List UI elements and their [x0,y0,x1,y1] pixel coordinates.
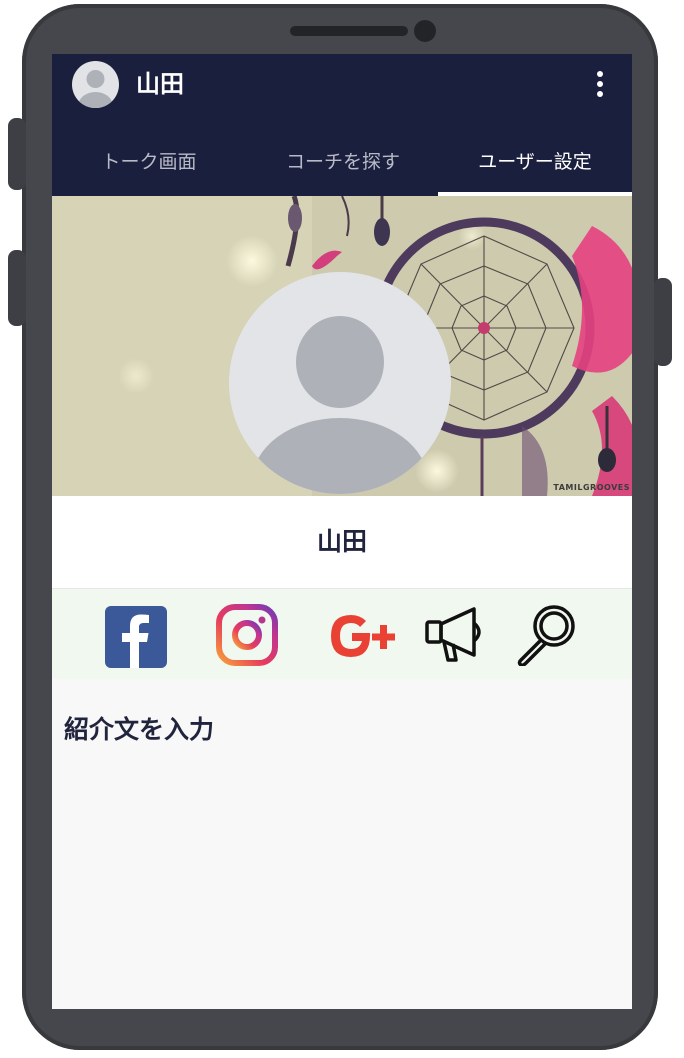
default-avatar-icon[interactable] [72,61,119,108]
facebook-icon[interactable] [105,606,167,668]
more-vertical-icon[interactable] [590,68,610,100]
phone-side-button-top [8,118,26,190]
instagram-icon[interactable] [216,604,278,666]
megaphone-icon[interactable] [424,605,490,663]
tab-talk[interactable]: トーク画面 [52,134,246,194]
profile-name: 山田 [316,527,367,556]
google-plus-icon[interactable] [328,611,400,661]
phone-camera [414,20,436,42]
magnifier-icon[interactable] [514,602,578,667]
profile-avatar-icon[interactable] [229,272,451,494]
app-header: 山田 トーク画面 コーチを探す ユーザー設定 [52,54,632,196]
profile-name-section: 山田 [52,496,632,589]
social-links-bar [52,589,632,679]
phone-side-button-middle [8,250,26,326]
app-screen: 山田 トーク画面 コーチを探す ユーザー設定 TAMILGROOVES 山田 紹… [52,54,632,1009]
tab-find-coach[interactable]: コーチを探す [246,134,440,194]
tab-user-settings[interactable]: ユーザー設定 [438,134,632,194]
cover-watermark: TAMILGROOVES [553,483,630,492]
phone-side-button-right [654,278,672,366]
phone-speaker [290,26,408,36]
intro-text-input[interactable]: 紹介文を入力 [64,710,214,746]
header-title: 山田 [136,70,184,98]
